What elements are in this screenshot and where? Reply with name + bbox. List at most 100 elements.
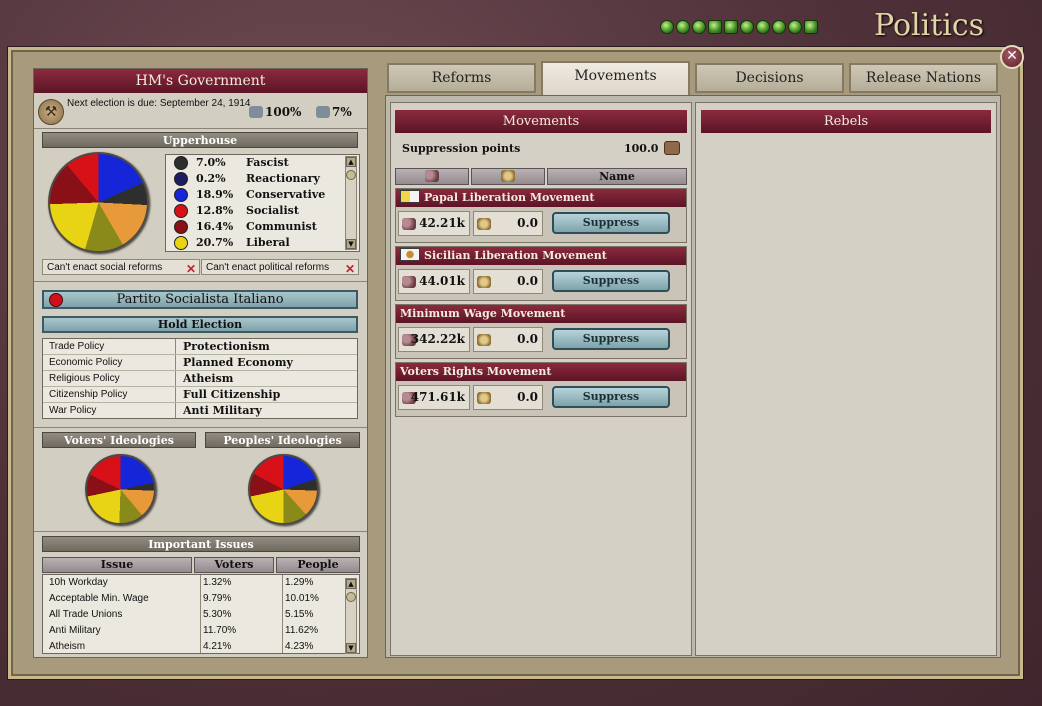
gavel-icon: ⚒ xyxy=(38,99,64,125)
issue-name: Anti Military xyxy=(49,625,101,636)
suppression-points-label: Suppression points xyxy=(402,142,521,155)
movement-size-value: 44.01k xyxy=(419,274,465,288)
population-icon xyxy=(402,218,416,230)
issue-row: Acceptable Min. Wage 9.79% 10.01% xyxy=(43,591,359,607)
legend-row: 0.2% Reactionary xyxy=(166,171,359,187)
hold-election-button[interactable]: Hold Election xyxy=(42,316,358,333)
policy-value: Anti Military xyxy=(183,404,262,417)
suppress-button[interactable]: Suppress xyxy=(552,212,670,234)
status-gem-icon xyxy=(676,20,690,34)
legend-row: 16.4% Communist xyxy=(166,219,359,235)
rebels-panel xyxy=(695,102,997,656)
party-color-icon xyxy=(49,293,63,307)
legend-pct: 0.2% xyxy=(196,172,226,185)
tab-release-nations[interactable]: Release Nations xyxy=(849,63,998,93)
movement-radicalism: 0.0 xyxy=(473,211,543,236)
movement-name: Voters Rights Movement xyxy=(400,365,552,378)
suppression-points-value: 100.0 xyxy=(624,142,659,155)
movement-row: Voters Rights Movement 471.61k 0.0 Suppr… xyxy=(395,362,687,417)
legend-name: Socialist xyxy=(246,204,299,217)
issues-table: 10h Workday 1.32% 1.29% Acceptable Min. Wa… xyxy=(42,574,360,654)
scroll-thumb[interactable] xyxy=(346,170,356,180)
legend-name: Conservative xyxy=(246,188,326,201)
voters-column-header[interactable]: Voters xyxy=(194,557,274,573)
warning-political-reforms: Can't enact political reforms ✕ xyxy=(201,259,359,276)
policy-row: War Policy Anti Military xyxy=(43,403,357,419)
policy-key: Citizenship Policy xyxy=(49,389,128,400)
issue-name: Acceptable Min. Wage xyxy=(49,593,149,604)
policy-row: Trade Policy Protectionism xyxy=(43,339,357,355)
issue-row: Atheism 4.21% 4.23% xyxy=(43,639,359,655)
policy-row: Religious Policy Atheism xyxy=(43,371,357,387)
voters-ideology-pie xyxy=(85,454,156,525)
issues-scrollbar[interactable]: ▲ ▼ xyxy=(345,578,357,654)
upperhouse-pie xyxy=(48,152,149,253)
stat-voting-rate: 100% xyxy=(249,105,301,119)
issue-name: Atheism xyxy=(49,641,86,652)
tab-reforms[interactable]: Reforms xyxy=(387,63,536,93)
sort-by-size-header[interactable] xyxy=(395,168,469,185)
close-button[interactable]: ✕ xyxy=(1000,45,1024,69)
government-name: HM's Government xyxy=(34,69,367,93)
radicalism-icon xyxy=(501,170,515,182)
issue-people: 4.23% xyxy=(285,641,314,652)
suppress-button[interactable]: Suppress xyxy=(552,270,670,292)
movement-size: 44.01k xyxy=(398,269,470,294)
stat-voting-rate-value: 100% xyxy=(265,105,302,119)
page-title: Politics xyxy=(874,8,985,43)
movement-radicalism-value: 0.0 xyxy=(517,390,538,404)
policy-value: Atheism xyxy=(183,372,234,385)
movement-radicalism-value: 0.0 xyxy=(517,216,538,230)
policy-value: Full Citizenship xyxy=(183,388,281,401)
party-color-icon xyxy=(174,236,188,250)
movement-row: Sicilian Liberation Movement 44.01k 0.0 … xyxy=(395,246,687,301)
stat-militancy: 7% xyxy=(316,105,352,119)
suppress-button[interactable]: Suppress xyxy=(552,386,670,408)
movement-title: Papal Liberation Movement xyxy=(396,189,686,207)
scroll-up-button[interactable]: ▲ xyxy=(346,579,356,589)
issue-voters: 4.21% xyxy=(203,641,232,652)
scroll-down-button[interactable]: ▼ xyxy=(346,239,356,249)
issue-column-header[interactable]: Issue xyxy=(42,557,192,573)
divider xyxy=(34,427,367,428)
movement-name: Minimum Wage Movement xyxy=(400,307,566,320)
movement-radicalism-value: 0.0 xyxy=(517,274,538,288)
policy-value: Planned Economy xyxy=(183,356,293,369)
movement-name: Papal Liberation Movement xyxy=(424,191,595,204)
policy-row: Citizenship Policy Full Citizenship xyxy=(43,387,357,403)
ruling-party-selector[interactable]: Partito Socialista Italiano xyxy=(42,290,358,309)
status-gem-icon xyxy=(660,20,674,34)
legend-row: 20.7% Liberal xyxy=(166,235,359,251)
issue-row: 10h Workday 1.32% 1.29% xyxy=(43,575,359,591)
status-gem-icon xyxy=(724,20,738,34)
status-gem-icon xyxy=(772,20,786,34)
legend-name: Liberal xyxy=(246,236,290,249)
suppress-button[interactable]: Suppress xyxy=(552,328,670,350)
legend-row: 12.8% Socialist xyxy=(166,203,359,219)
status-gem-icon xyxy=(756,20,770,34)
tab-movements[interactable]: Movements xyxy=(541,61,690,95)
movement-radicalism: 0.0 xyxy=(473,327,543,352)
sort-by-name-header[interactable]: Name xyxy=(547,168,687,185)
radicalism-icon xyxy=(477,218,491,230)
peoples-ideology-pie xyxy=(248,454,319,525)
people-column-header[interactable]: People xyxy=(276,557,360,573)
issue-voters: 1.32% xyxy=(203,577,232,588)
stat-militancy-value: 7% xyxy=(332,105,352,119)
rebels-title: Rebels xyxy=(701,110,991,133)
issue-voters: 9.79% xyxy=(203,593,232,604)
scroll-up-button[interactable]: ▲ xyxy=(346,157,356,167)
issue-voters: 5.30% xyxy=(203,609,232,620)
scroll-down-button[interactable]: ▼ xyxy=(346,643,356,653)
ruling-party-name: Partito Socialista Italiano xyxy=(116,292,284,307)
issue-name: All Trade Unions xyxy=(49,609,123,620)
party-color-icon xyxy=(174,204,188,218)
legend-scrollbar[interactable]: ▲ ▼ xyxy=(345,156,357,250)
divider xyxy=(34,531,367,532)
issue-people: 10.01% xyxy=(285,593,319,604)
scroll-thumb[interactable] xyxy=(346,592,356,602)
tab-decisions[interactable]: Decisions xyxy=(695,63,844,93)
papal-flag-icon xyxy=(400,190,420,203)
sort-by-radicalism-header[interactable] xyxy=(471,168,545,185)
legend-name: Communist xyxy=(246,220,317,233)
